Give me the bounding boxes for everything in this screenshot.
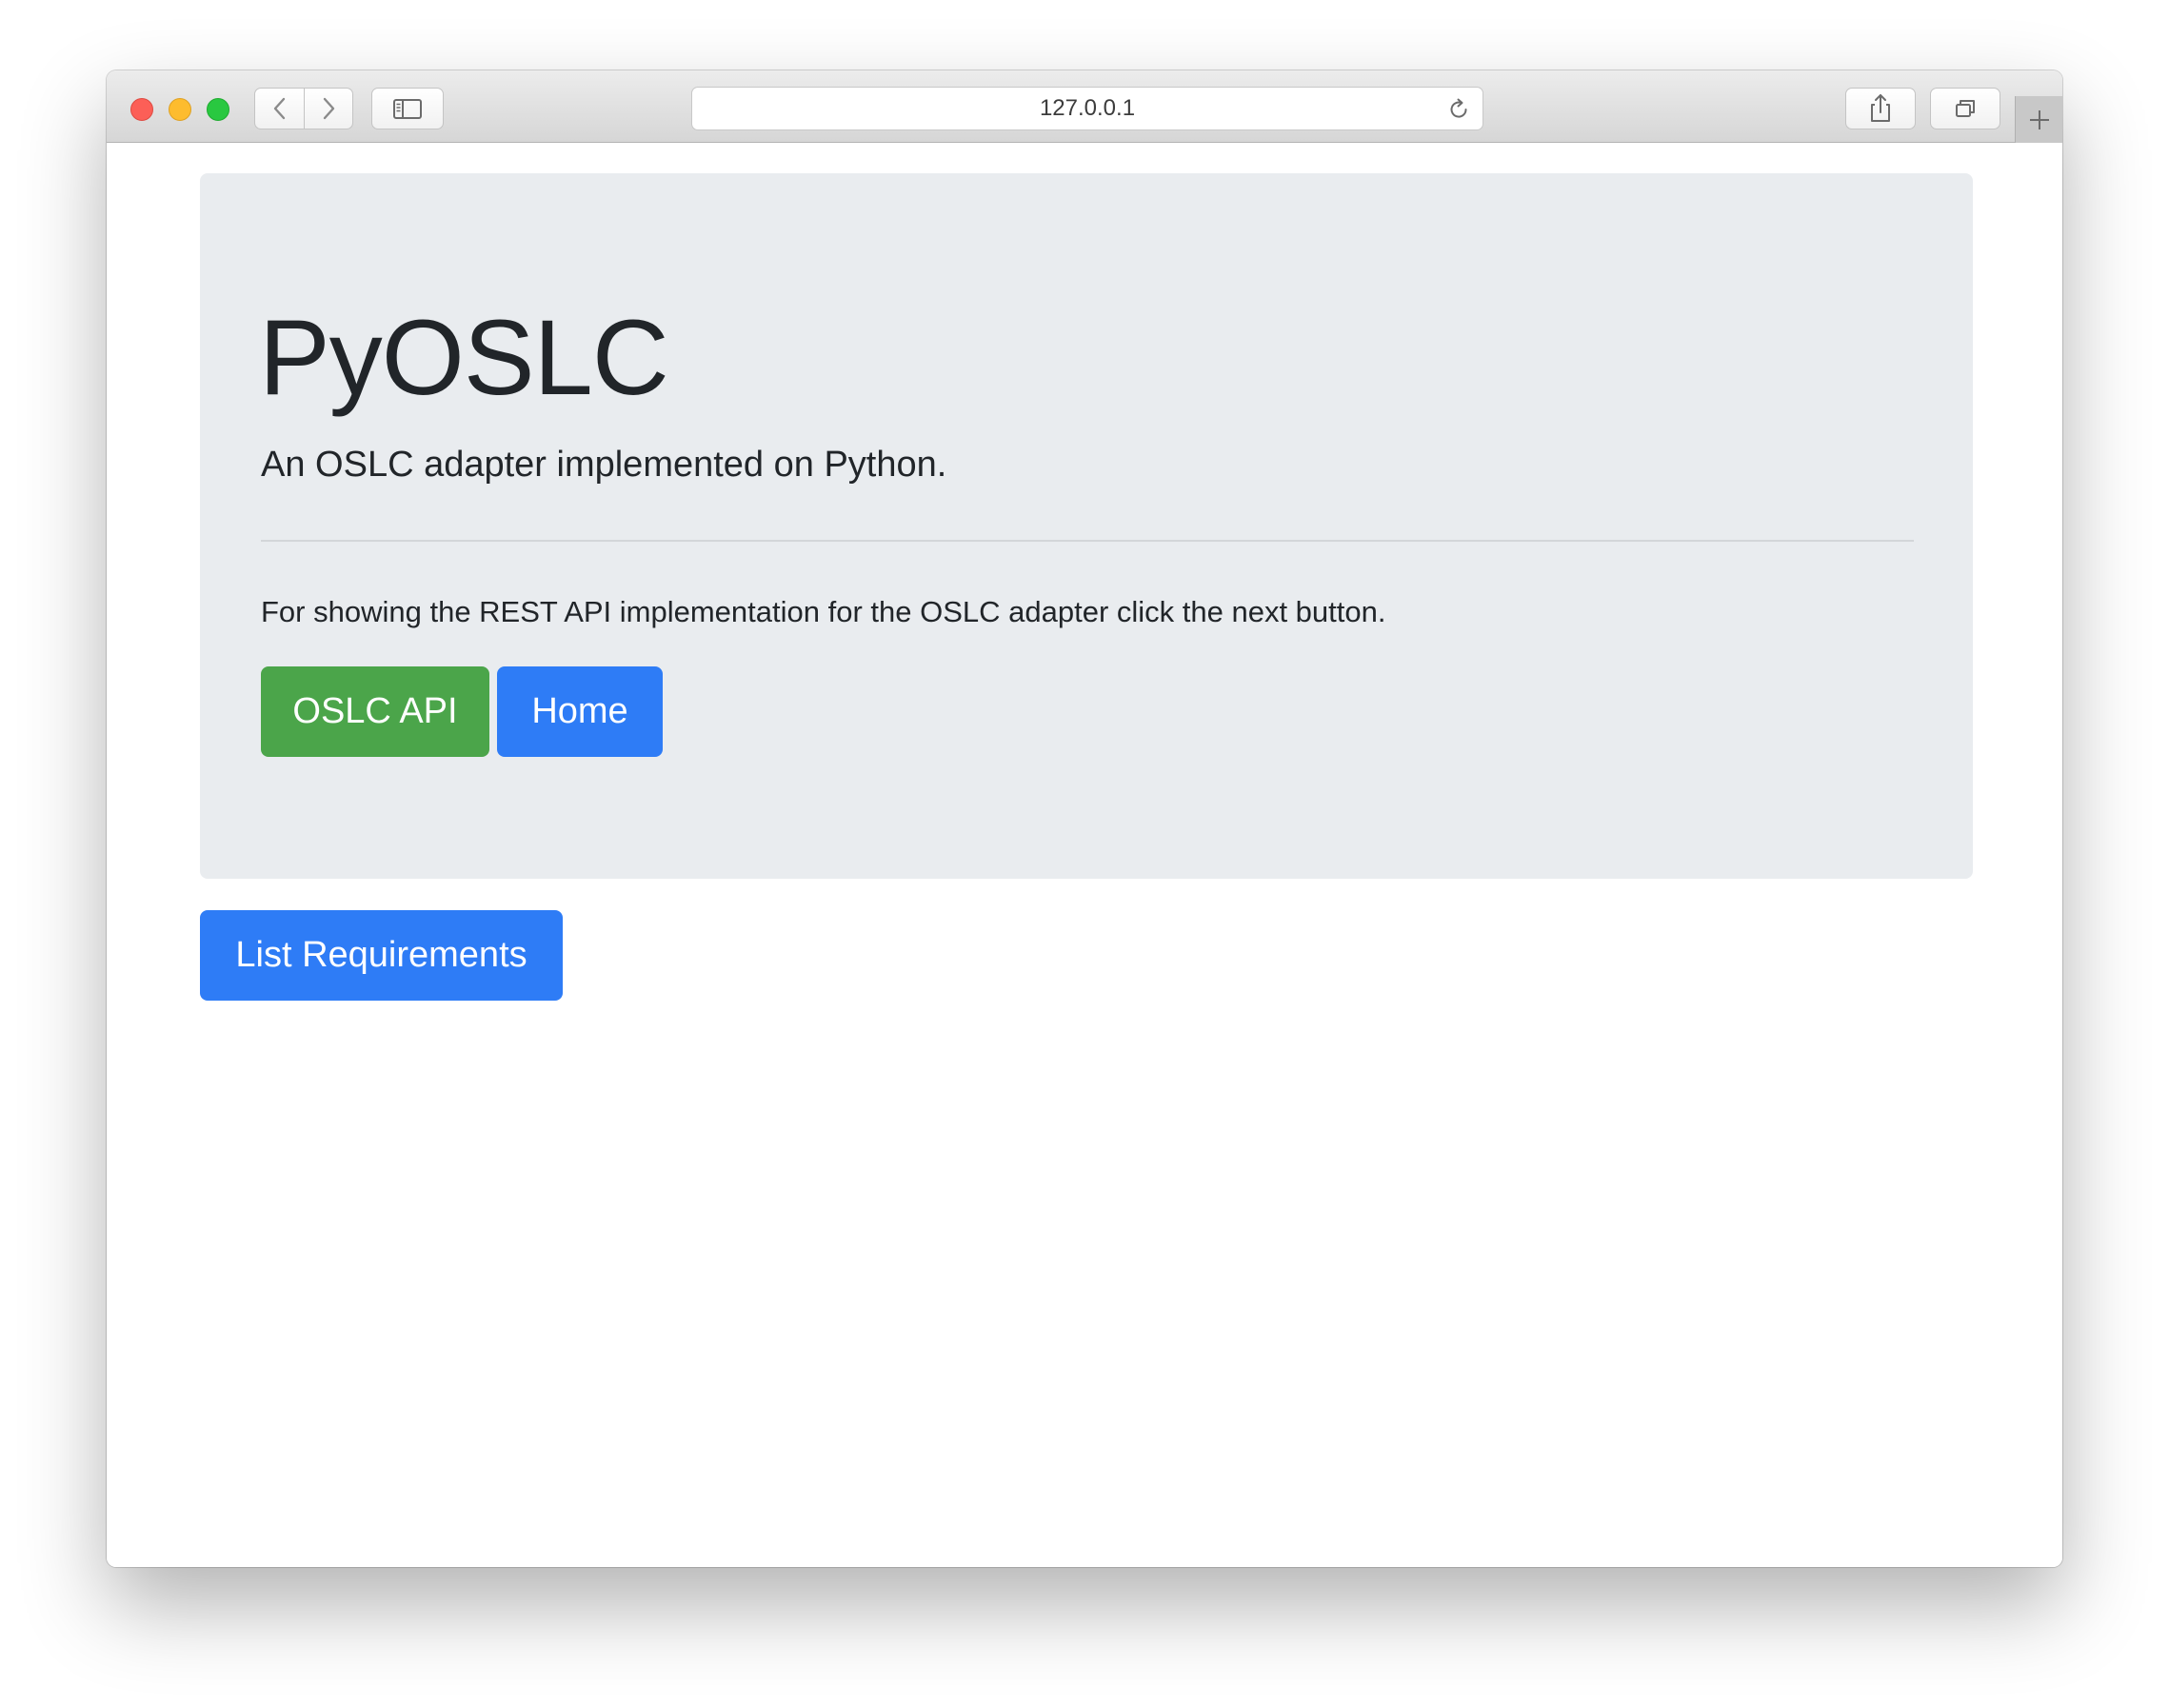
- close-window-button[interactable]: [130, 98, 153, 121]
- chevron-right-icon: [323, 97, 335, 120]
- share-button[interactable]: [1845, 88, 1916, 129]
- show-tabs-button[interactable]: [1930, 88, 2000, 129]
- page-content: PyOSLC An OSLC adapter implemented on Py…: [107, 143, 2062, 1567]
- address-text: 127.0.0.1: [1039, 95, 1136, 121]
- sidebar-toggle-button[interactable]: [371, 88, 444, 129]
- chevron-left-icon: [273, 97, 286, 120]
- home-button[interactable]: Home: [497, 666, 663, 757]
- tabs-overview-icon: [1956, 100, 1975, 117]
- zoom-window-button[interactable]: [207, 98, 229, 121]
- lead-subtitle: An OSLC adapter implemented on Python.: [261, 445, 947, 485]
- share-icon: [1871, 94, 1890, 122]
- reload-icon[interactable]: [1446, 97, 1471, 122]
- navigation-buttons: [254, 88, 353, 129]
- browser-toolbar: 127.0.0.1: [107, 70, 2062, 143]
- page-title: PyOSLC: [259, 298, 669, 417]
- oslc-api-button[interactable]: OSLC API: [261, 666, 489, 757]
- back-button[interactable]: [255, 89, 304, 129]
- divider: [261, 540, 1914, 542]
- address-bar[interactable]: 127.0.0.1: [691, 87, 1483, 130]
- forward-button[interactable]: [305, 89, 353, 129]
- new-tab-button[interactable]: [2015, 96, 2062, 143]
- sidebar-icon: [393, 99, 422, 119]
- plus-icon: [2030, 110, 2049, 129]
- description-text: For showing the REST API implementation …: [261, 595, 1386, 628]
- jumbotron: PyOSLC An OSLC adapter implemented on Py…: [200, 173, 1973, 879]
- list-requirements-button[interactable]: List Requirements: [200, 910, 563, 1001]
- browser-window: 127.0.0.1 PyOSLC An OSLC adapter impleme…: [107, 70, 2062, 1567]
- minimize-window-button[interactable]: [169, 98, 191, 121]
